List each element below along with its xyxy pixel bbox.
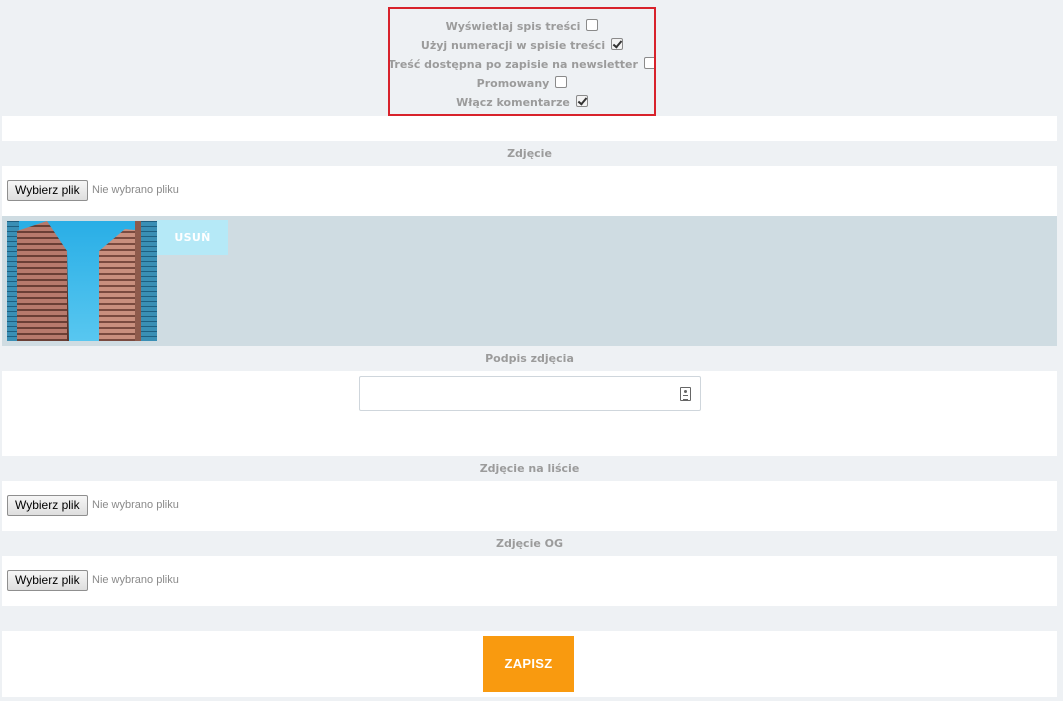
list-photo-label: Zdjęcie na liście	[479, 462, 580, 475]
og-photo-label: Zdjęcie OG	[495, 537, 564, 550]
spacer-band	[2, 116, 1057, 141]
photo-thumbnail	[7, 221, 157, 341]
photo-label: Zdjęcie	[507, 147, 552, 160]
contact-card-icon[interactable]	[680, 387, 691, 401]
caption-input[interactable]	[359, 376, 701, 411]
og-photo-file-status: Nie wybrano pliku	[92, 574, 179, 586]
spacer-band	[2, 416, 1057, 456]
photo-remove-button[interactable]: USUŃ	[157, 220, 228, 255]
photo-file-status: Nie wybrano pliku	[92, 184, 179, 196]
list-photo-file-status: Nie wybrano pliku	[92, 499, 179, 511]
photo-file-button[interactable]: Wybierz plik	[7, 180, 88, 201]
caption-label: Podpis zdjęcia	[485, 352, 574, 365]
highlight-box	[388, 7, 656, 116]
og-photo-file-button[interactable]: Wybierz plik	[7, 570, 88, 591]
list-photo-file-button[interactable]: Wybierz plik	[7, 495, 88, 516]
spacer-band	[2, 606, 1057, 631]
save-button[interactable]: ZAPISZ	[483, 636, 574, 692]
